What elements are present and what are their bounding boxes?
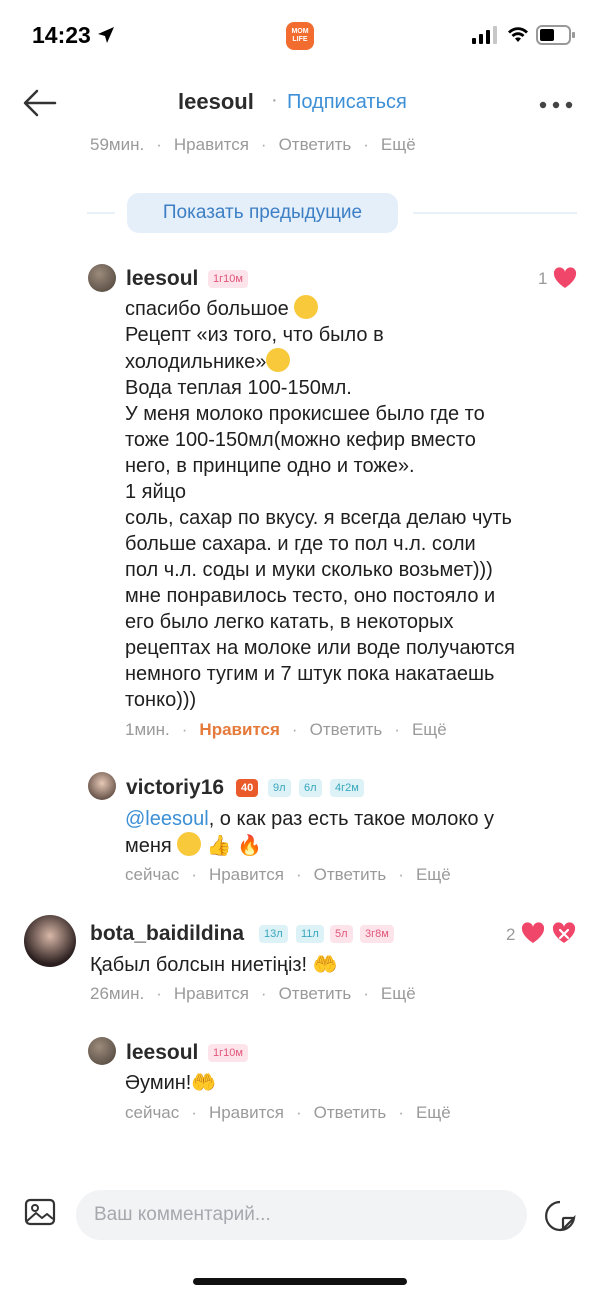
text-line: 1 яйцо <box>125 481 187 503</box>
age-badge: 5л <box>330 925 353 943</box>
more-button[interactable]: Ещё <box>381 135 416 155</box>
heart-icon[interactable] <box>552 266 578 290</box>
divider-right <box>413 212 577 214</box>
comment-time: 1мин. <box>125 720 170 739</box>
age-badge: 1г10м <box>208 270 248 288</box>
comment-username[interactable]: leesoul <box>126 1041 198 1065</box>
sweat-smile-emoji-icon <box>266 348 291 372</box>
comment-time: 26мин. <box>90 984 145 1003</box>
level-badge: 40 <box>236 779 259 797</box>
app-logo-text: MOM LIFE <box>291 28 309 43</box>
signal-icon <box>472 26 497 44</box>
more-button[interactable]: Ещё <box>412 720 447 740</box>
fire-emoji-icon: 🔥 <box>237 835 263 857</box>
comment-meta: сейчас · Нравится · Ответить · Ещё <box>125 865 451 885</box>
like-button-active[interactable]: Нравится <box>199 720 280 740</box>
comment-time: сейчас <box>125 865 180 884</box>
more-button[interactable]: Ещё <box>416 865 451 885</box>
heart-icon[interactable] <box>520 921 546 945</box>
avatar[interactable] <box>88 1037 116 1065</box>
status-time: 14:23 <box>32 22 91 48</box>
comment-text: спасибо большое Рецепт «из того, что был… <box>125 295 575 713</box>
age-badge: 4г2м <box>330 779 364 797</box>
reply-button[interactable]: Ответить <box>310 720 383 740</box>
sticker-icon[interactable] <box>542 1199 578 1233</box>
more-icon[interactable] <box>538 100 574 110</box>
text-line: тонко))) <box>125 689 197 711</box>
header: leesoul · Подписаться <box>0 72 600 134</box>
header-separator: · <box>271 89 278 111</box>
age-badge: 1г10м <box>208 1044 248 1062</box>
comment-meta-top: 59мин. · Нравится · Ответить · Ещё <box>90 135 416 155</box>
age-badge: 13л <box>259 925 288 943</box>
avatar[interactable] <box>88 772 116 800</box>
age-badge: 6л <box>299 779 322 797</box>
more-button[interactable]: Ещё <box>416 1103 451 1123</box>
text-line: его было легко катать, в некоторых <box>125 611 454 633</box>
text-line: спасибо большое <box>125 295 575 322</box>
heart-broken-icon[interactable] <box>551 921 577 945</box>
text-line: Вода теплая 100-150мл. <box>125 377 352 399</box>
pray-hands-emoji-icon: 🤲 <box>191 1072 217 1094</box>
pray-hands-emoji-icon: 🤲 <box>312 954 338 976</box>
text-line: соль, сахар по вкусу. я всегда делаю чут… <box>125 507 512 529</box>
text-line: тоже 100-150мл(можно кефир вместо <box>125 429 476 451</box>
more-button[interactable]: Ещё <box>381 984 416 1004</box>
comment-meta: сейчас · Нравится · Ответить · Ещё <box>125 1103 451 1123</box>
text-line: пол ч.л. соды и муки сколько возьмет))) <box>125 559 493 581</box>
app-logo: MOM LIFE <box>286 22 314 50</box>
reply-button[interactable]: Ответить <box>314 865 387 885</box>
status-bar: 14:23 MOM LIFE <box>0 0 600 70</box>
like-count: 1 <box>538 269 548 288</box>
divider-left <box>87 212 115 214</box>
show-previous-button[interactable]: Показать предыдущие <box>127 193 398 233</box>
comment-username[interactable]: bota_baidildina <box>90 922 244 946</box>
text-line: Рецепт «из того, что было в <box>125 324 384 346</box>
comment-username[interactable]: leesoul <box>126 267 198 291</box>
like-button[interactable]: Нравится <box>209 865 284 885</box>
comment-input[interactable] <box>76 1190 527 1240</box>
image-icon[interactable] <box>24 1196 56 1228</box>
age-badge: 9л <box>268 779 291 797</box>
text-line: рецептах на молоке или воде получаются <box>125 637 515 659</box>
like-button[interactable]: Нравится <box>174 135 249 155</box>
avatar[interactable] <box>88 264 116 292</box>
header-username[interactable]: leesoul <box>178 89 254 115</box>
comment-text: Әумин!🤲 <box>125 1072 217 1094</box>
reply-button[interactable]: Ответить <box>279 135 352 155</box>
like-count: 2 <box>506 925 516 944</box>
mention-link[interactable]: @leesoul <box>125 808 209 830</box>
comment-meta: 26мин. · Нравится · Ответить · Ещё <box>90 984 416 1004</box>
wifi-icon <box>508 27 528 42</box>
smile-emoji-icon <box>294 295 319 319</box>
comment-text: Қабыл болсын ниетіңіз! 🤲 <box>90 954 338 976</box>
comment-time: 59мин. <box>90 135 145 154</box>
text-line: холодильнике» <box>125 348 575 375</box>
battery-icon <box>536 25 575 45</box>
text-line: немного тугим и 7 штук пока накатаешь <box>125 663 495 685</box>
home-indicator <box>193 1278 407 1285</box>
text-line: У меня молоко прокисшее было где то <box>125 403 485 425</box>
age-badge: 3г8м <box>360 925 394 943</box>
comment-username[interactable]: victoriy16 <box>126 776 224 800</box>
location-arrow-icon <box>98 27 114 43</box>
thumbs-up-emoji-icon: 👍 <box>206 835 232 857</box>
text-line: больше сахара. и где то пол ч.л. соли <box>125 533 476 555</box>
heart-eyes-emoji-icon <box>177 832 202 856</box>
back-arrow-icon[interactable] <box>22 88 58 118</box>
age-badge: 11л <box>296 925 324 943</box>
text-line: мне понравилось тесто, оно постояло и <box>125 585 496 607</box>
like-button[interactable]: Нравится <box>209 1103 284 1123</box>
reply-button[interactable]: Ответить <box>279 984 352 1004</box>
avatar[interactable] <box>24 915 76 967</box>
comment-meta: 1мин. · Нравится · Ответить · Ещё <box>125 720 447 740</box>
like-button[interactable]: Нравится <box>174 984 249 1004</box>
comment-time: сейчас <box>125 1103 180 1122</box>
reply-button[interactable]: Ответить <box>314 1103 387 1123</box>
comment-text: @leesoul, о как раз есть такое молоко у … <box>125 808 495 857</box>
subscribe-button[interactable]: Подписаться <box>287 91 407 114</box>
text-line: него, в принципе одно и тоже». <box>125 455 415 477</box>
